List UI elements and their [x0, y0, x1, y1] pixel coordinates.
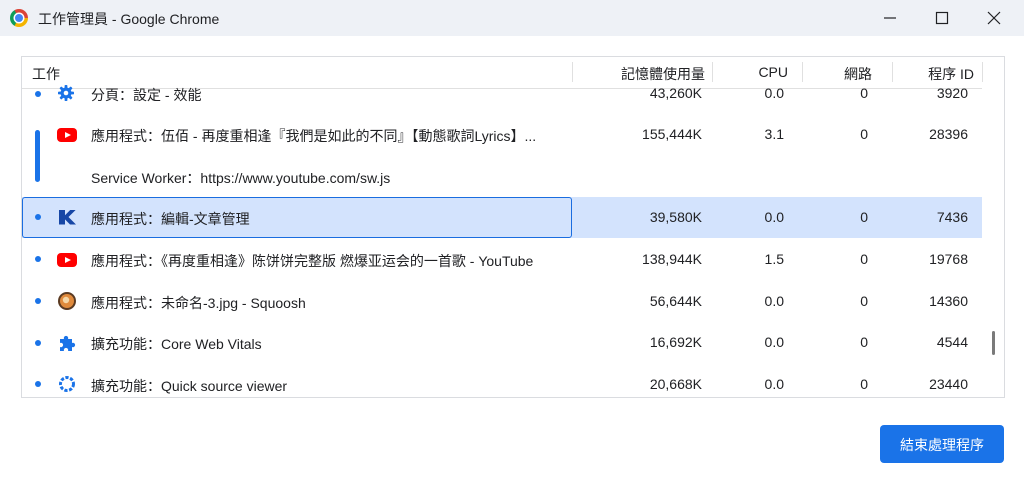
close-button[interactable] [968, 0, 1020, 36]
pid-cell: 4544 [936, 334, 968, 350]
column-divider[interactable] [712, 62, 713, 82]
column-divider[interactable] [802, 62, 803, 82]
table-row[interactable]: 擴充功能：Core Web Vitals 16,692K 0.0 0 4544 [22, 322, 982, 363]
task-name: 應用程式：《再度重相逢》陈饼饼完整版 燃爆亚运会的一首歌 - YouTube [91, 253, 534, 269]
scrollbar-thumb[interactable] [992, 331, 995, 355]
memory-cell: 155,444K [642, 126, 702, 142]
maximize-button[interactable] [916, 0, 968, 36]
network-cell: 0 [860, 126, 868, 142]
maximize-icon [935, 11, 949, 25]
network-cell: 0 [860, 376, 868, 392]
network-cell: 0 [860, 209, 868, 225]
table-row[interactable]: 分頁：設定 - 效能 43,260K 0.0 0 3920 [22, 83, 982, 103]
pid-cell: 7436 [936, 209, 968, 225]
network-cell: 0 [860, 293, 868, 309]
column-divider[interactable] [892, 62, 893, 82]
memory-cell: 39,580K [649, 209, 702, 225]
end-process-button[interactable]: 結束處理程序 [880, 425, 1004, 463]
pid-cell: 19768 [929, 251, 968, 267]
cpu-cell: 0.0 [764, 293, 784, 309]
youtube-icon [57, 250, 77, 270]
header-network[interactable]: 網路 [812, 64, 872, 84]
memory-cell: 43,260K [649, 85, 702, 101]
memory-cell: 16,692K [649, 334, 702, 350]
row-bullet [35, 340, 41, 346]
network-cell: 0 [860, 334, 868, 350]
network-cell: 0 [860, 251, 868, 267]
task-name: 分頁：設定 - 效能 [91, 87, 202, 103]
task-name: 擴充功能：Quick source viewer [91, 378, 288, 394]
table-row[interactable]: 擴充功能：Quick source viewer 20,668K 0.0 0 2… [22, 363, 982, 397]
ring-icon [57, 374, 77, 394]
header-memory[interactable]: 記憶體使用量 [582, 64, 705, 84]
focus-outline [22, 197, 572, 238]
task-name: 擴充功能：Core Web Vitals [91, 336, 262, 352]
table-row[interactable]: Service Worker：https://www.youtube.com/s… [22, 157, 982, 197]
close-icon [987, 11, 1001, 25]
memory-cell: 20,668K [649, 376, 702, 392]
squoosh-icon [57, 291, 77, 311]
row-bullet [35, 298, 41, 304]
memory-cell: 138,944K [642, 251, 702, 267]
cpu-cell: 0.0 [764, 334, 784, 350]
pid-cell: 23440 [929, 376, 968, 392]
window-title: 工作管理員 - Google Chrome [38, 11, 220, 27]
pid-cell: 28396 [929, 126, 968, 142]
table-row[interactable]: 應用程式：伍佰 - 再度重相逢『我們是如此的不同』【動態歌詞Lyrics】...… [22, 115, 982, 155]
cpu-cell: 0.0 [764, 376, 784, 392]
gear-icon [57, 84, 77, 104]
header-pid[interactable]: 程序 ID [902, 64, 974, 84]
header-cpu[interactable]: CPU [722, 64, 788, 80]
cpu-cell: 3.1 [764, 126, 784, 142]
network-cell: 0 [860, 85, 868, 101]
chrome-logo-icon [10, 9, 28, 27]
row-bullet [35, 91, 41, 97]
row-bullet [35, 256, 41, 262]
task-name: Service Worker：https://www.youtube.com/s… [91, 170, 391, 186]
title-bar: 工作管理員 - Google Chrome [0, 0, 1024, 36]
table-row[interactable]: 應用程式：未命名-3.jpg - Squoosh 56,644K 0.0 0 1… [22, 280, 982, 322]
column-divider[interactable] [572, 62, 573, 82]
pid-cell: 3920 [936, 85, 968, 101]
puzzle-icon [57, 333, 77, 353]
column-divider[interactable] [982, 62, 983, 82]
table-row[interactable]: 應用程式：《再度重相逢》陈饼饼完整版 燃爆亚运会的一首歌 - YouTube 1… [22, 239, 982, 280]
minimize-icon [884, 17, 896, 19]
row-bullet [35, 381, 41, 387]
minimize-button[interactable] [864, 0, 916, 36]
task-name: 應用程式：伍佰 - 再度重相逢『我們是如此的不同』【動態歌詞Lyrics】... [91, 128, 537, 144]
pid-cell: 14360 [929, 293, 968, 309]
task-table: 工作 記憶體使用量 CPU 網路 程序 ID 分頁：設定 - 效能 43,260… [21, 56, 1005, 398]
memory-cell: 56,644K [649, 293, 702, 309]
task-name: 應用程式：未命名-3.jpg - Squoosh [91, 295, 306, 311]
header-task[interactable]: 工作 [32, 64, 60, 84]
youtube-icon [57, 125, 77, 145]
cpu-cell: 0.0 [764, 85, 784, 101]
cpu-cell: 0.0 [764, 209, 784, 225]
cpu-cell: 1.5 [764, 251, 784, 267]
